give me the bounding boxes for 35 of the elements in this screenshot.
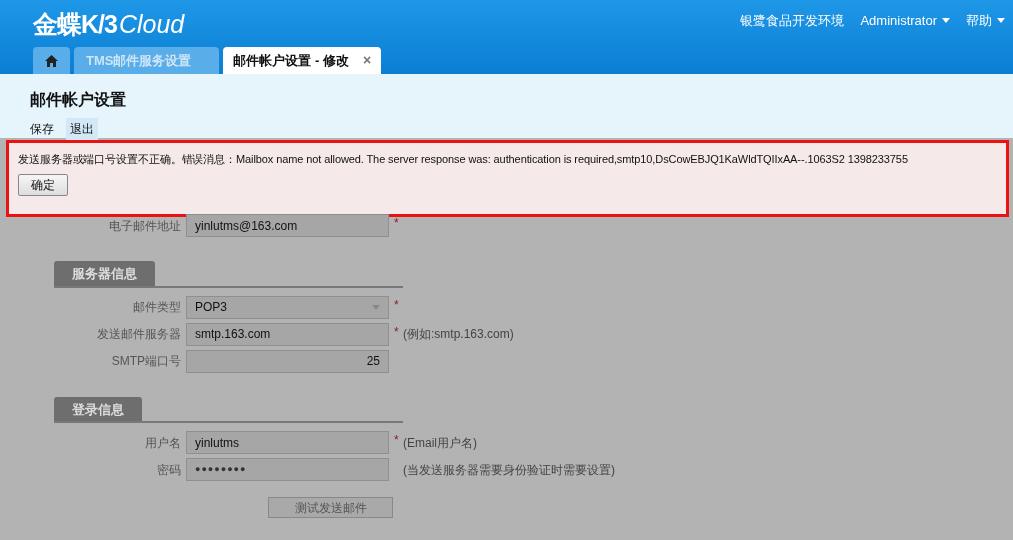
ok-button[interactable]: 确定 (18, 174, 68, 196)
logo-text: Cloud (118, 9, 185, 40)
tab[interactable] (33, 47, 70, 74)
field-label: 发送邮件服务器 (96, 326, 182, 343)
caret-icon (997, 18, 1005, 24)
dropdown-arrow-icon (372, 304, 380, 310)
required-mark: * (394, 216, 399, 230)
caret-icon (942, 18, 950, 24)
required-mark: * (394, 324, 399, 339)
select-field[interactable]: POP3 (186, 295, 389, 319)
field-label: 密码 (156, 461, 182, 479)
password-field[interactable]: ●●●●●●●● (186, 458, 389, 481)
page-title: 邮件帐户设置 (30, 90, 127, 110)
field-label: 电子邮件地址 (108, 217, 182, 235)
field-label: 邮件类型 (132, 299, 182, 316)
section-header: 登录信息 (54, 396, 142, 421)
error-message: 发送服务器或端口号设置不正确。错误消息：Mailbox name not allowed. The server response was: authentication is required,smtp10,DsCowEBJQ1KaWldTQIIxAA--.1063S2 1398233755 (18, 152, 909, 167)
input-field[interactable]: smtp.163.com (186, 322, 389, 346)
home-icon (45, 54, 58, 67)
toolbar-button[interactable]: 保存 (26, 118, 58, 140)
input-field[interactable]: 25 (186, 349, 389, 373)
input-field[interactable]: yinlutms (186, 431, 389, 454)
field-label: SMTP端口号 (110, 353, 182, 370)
field-hint: (Email用户名) (403, 434, 477, 452)
field-hint: (例如:smtp.163.com) (403, 326, 514, 343)
field-label: 用户名 (144, 434, 182, 452)
tab[interactable]: 邮件帐户设置 - 修改 × (223, 47, 382, 74)
required-mark: * (394, 297, 399, 312)
required-mark: * (394, 433, 399, 447)
field-hint: (当发送服务器需要身份验证时需要设置) (403, 461, 615, 479)
logo-text: 金蝶K/3 (33, 9, 117, 40)
input-field[interactable]: yinlutms@163.com (186, 214, 389, 237)
close-icon[interactable]: × (363, 50, 372, 71)
toolbar-button[interactable]: 退出 (66, 118, 98, 140)
section-header: 服务器信息 (54, 261, 155, 286)
